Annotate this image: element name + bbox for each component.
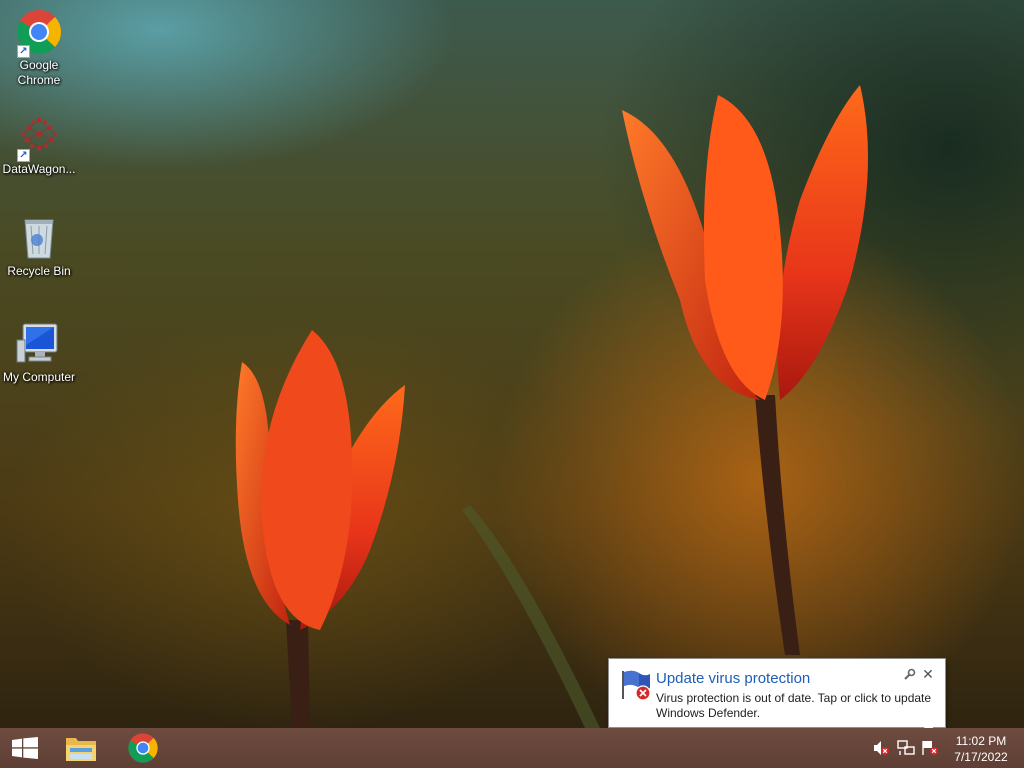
shortcut-arrow-icon: ↗	[17, 45, 30, 58]
flag-error-icon[interactable]	[921, 740, 939, 756]
clock-date: 7/17/2022	[954, 750, 1008, 764]
notification-options-icon[interactable]	[902, 668, 916, 682]
clock-time: 11:02 PM	[955, 734, 1007, 748]
desktop-icon-label: Google Chrome	[17, 58, 61, 87]
my-computer-icon	[15, 320, 63, 368]
windows-logo-icon	[12, 737, 38, 764]
desktop-icon-my-computer[interactable]: My Computer	[0, 320, 78, 385]
tulip-wallpaper-image	[235, 85, 868, 728]
desktop-icon-datawagon[interactable]: ↗ DataWagon...	[0, 112, 78, 177]
network-icon[interactable]	[897, 740, 915, 756]
desktop-icon-recycle-bin[interactable]: Recycle Bin	[0, 214, 78, 279]
notification-close-button[interactable]: ✕	[920, 666, 936, 682]
taskbar-clock[interactable]: 11:02 PM 7/17/2022	[946, 733, 1016, 765]
recycle-bin-icon	[15, 214, 63, 262]
notification-message: Virus protection is out of date. Tap or …	[656, 691, 932, 720]
desktop-wallpaper	[0, 0, 1024, 728]
defender-flag-error-icon	[619, 669, 653, 701]
chrome-icon	[127, 732, 159, 769]
desktop-icon-label: DataWagon...	[2, 162, 76, 176]
folder-icon	[65, 734, 97, 767]
start-button[interactable]	[0, 728, 50, 768]
datawagon-icon: ↗	[15, 112, 63, 162]
desktop-icon-google-chrome[interactable]: ↗ Google Chrome	[0, 8, 78, 88]
taskbar-chrome-button[interactable]	[118, 728, 168, 768]
notification-title: Update virus protection	[656, 670, 811, 687]
taskbar: 11:02 PM 7/17/2022	[0, 728, 1024, 768]
desktop-icon-label: My Computer	[2, 370, 76, 384]
update-virus-protection-notification[interactable]: Update virus protection Virus protection…	[608, 658, 946, 728]
speaker-muted-icon[interactable]	[872, 740, 890, 756]
chrome-icon: ↗	[15, 8, 63, 58]
shortcut-arrow-icon: ↗	[17, 149, 30, 162]
desktop-icon-label: Recycle Bin	[7, 264, 71, 278]
taskbar-file-explorer-button[interactable]	[56, 728, 106, 768]
